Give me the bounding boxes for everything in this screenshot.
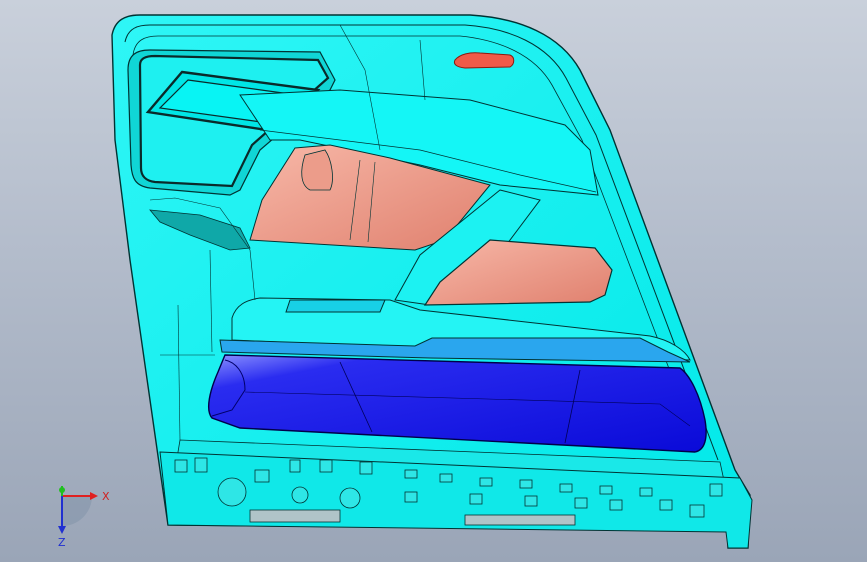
3d-viewport[interactable]: X Z Y [0, 0, 867, 562]
door-panel-model[interactable] [0, 0, 867, 562]
armrest-switch-strip[interactable] [285, 299, 386, 313]
axis-triad: X Z Y [40, 478, 110, 549]
triad-quarter-disc [62, 496, 92, 526]
z-axis-label: Z [58, 536, 66, 548]
pull-handle[interactable] [453, 52, 515, 69]
x-axis-label: X [102, 490, 110, 503]
cutout-upper-rib [301, 149, 333, 191]
